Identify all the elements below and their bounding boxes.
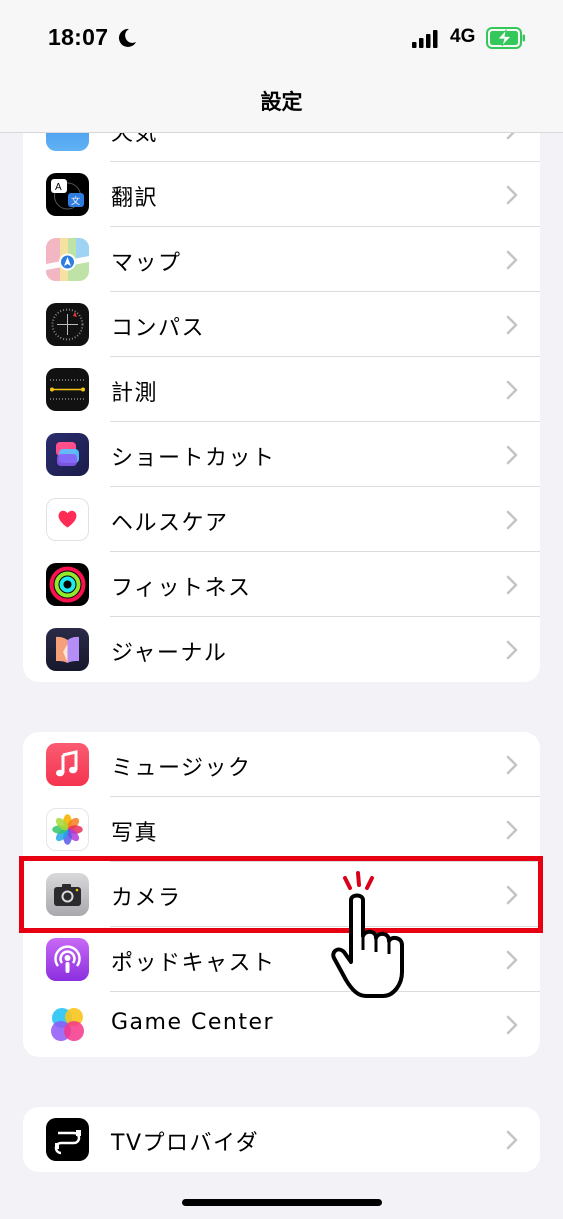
chevron-right-icon <box>506 1015 518 1035</box>
moon-icon <box>118 28 136 47</box>
settings-row-measure[interactable]: 計測 <box>23 357 540 422</box>
battery-charging-icon <box>486 27 525 49</box>
svg-text:A: A <box>55 182 62 193</box>
svg-text:文: 文 <box>71 195 80 207</box>
shortcuts-icon <box>46 433 89 476</box>
home-indicator[interactable] <box>182 1199 382 1206</box>
settings-row-game-center[interactable]: Game Center <box>23 992 540 1057</box>
row-label: ショートカット <box>111 446 276 471</box>
chevron-right-icon <box>506 885 518 905</box>
settings-group-media: ミュージック 写真 カメラ ポッドキャスト Game Center <box>23 732 540 1057</box>
fitness-icon <box>46 563 89 606</box>
row-label: 計測 <box>111 381 159 406</box>
chevron-right-icon <box>506 185 518 205</box>
row-label: ミュージック <box>111 756 252 781</box>
settings-row-translate[interactable]: A 文 翻訳 <box>23 162 540 227</box>
row-label: 写真 <box>111 821 159 846</box>
settings-group-tv: TVプロバイダ <box>23 1107 540 1172</box>
network-type: 4G <box>450 26 476 47</box>
status-bar: 18:07 4G <box>0 22 563 56</box>
row-label: マップ <box>111 251 182 276</box>
chevron-right-icon <box>506 445 518 465</box>
journal-icon <box>46 628 89 671</box>
settings-group-apps: 天気 A 文 翻訳 マップ コンパス 計測 ショートカット ヘルスケア フィット… <box>23 97 540 682</box>
row-label: 翻訳 <box>111 186 159 211</box>
row-label: TVプロバイダ <box>111 1131 260 1156</box>
row-label: フィットネス <box>111 576 252 601</box>
podcasts-icon <box>46 938 89 981</box>
settings-row-tv-provider[interactable]: TVプロバイダ <box>23 1107 540 1172</box>
settings-row-podcasts[interactable]: ポッドキャスト <box>23 927 540 992</box>
health-icon <box>46 498 89 541</box>
settings-row-maps[interactable]: マップ <box>23 227 540 292</box>
chevron-right-icon <box>506 250 518 270</box>
chevron-right-icon <box>506 755 518 775</box>
settings-row-journal[interactable]: ジャーナル <box>23 617 540 682</box>
settings-row-camera[interactable]: カメラ <box>23 862 540 927</box>
chevron-right-icon <box>506 380 518 400</box>
settings-row-photos[interactable]: 写真 <box>23 797 540 862</box>
row-label: ヘルスケア <box>111 511 229 536</box>
translate-icon: A 文 <box>46 173 89 216</box>
maps-icon <box>46 238 89 281</box>
page-title: 設定 <box>260 90 303 114</box>
status-time: 18:07 <box>48 24 109 50</box>
row-label: カメラ <box>111 886 182 911</box>
settings-row-fitness[interactable]: フィットネス <box>23 552 540 617</box>
row-label: コンパス <box>111 316 206 341</box>
navigation-bar: 18:07 4G 設定 <box>0 0 563 133</box>
signal-bars-icon <box>412 30 438 48</box>
settings-row-shortcuts[interactable]: ショートカット <box>23 422 540 487</box>
row-label: ジャーナル <box>111 641 228 666</box>
row-label: Game Center <box>111 1010 275 1035</box>
settings-row-health[interactable]: ヘルスケア <box>23 487 540 552</box>
music-icon <box>46 743 89 786</box>
game-center-icon <box>46 1003 89 1046</box>
chevron-right-icon <box>506 820 518 840</box>
compass-icon <box>46 303 89 346</box>
settings-row-music[interactable]: ミュージック <box>23 732 540 797</box>
measure-icon <box>46 368 89 411</box>
chevron-right-icon <box>506 575 518 595</box>
chevron-right-icon <box>506 950 518 970</box>
camera-icon <box>46 873 89 916</box>
settings-row-compass[interactable]: コンパス <box>23 292 540 357</box>
tv-provider-icon <box>46 1118 89 1161</box>
tap-hand-icon <box>331 871 404 998</box>
chevron-right-icon <box>506 315 518 335</box>
chevron-right-icon <box>506 1130 518 1150</box>
chevron-right-icon <box>506 640 518 660</box>
chevron-right-icon <box>506 510 518 530</box>
photos-icon <box>46 808 89 851</box>
row-label: ポッドキャスト <box>111 951 276 976</box>
